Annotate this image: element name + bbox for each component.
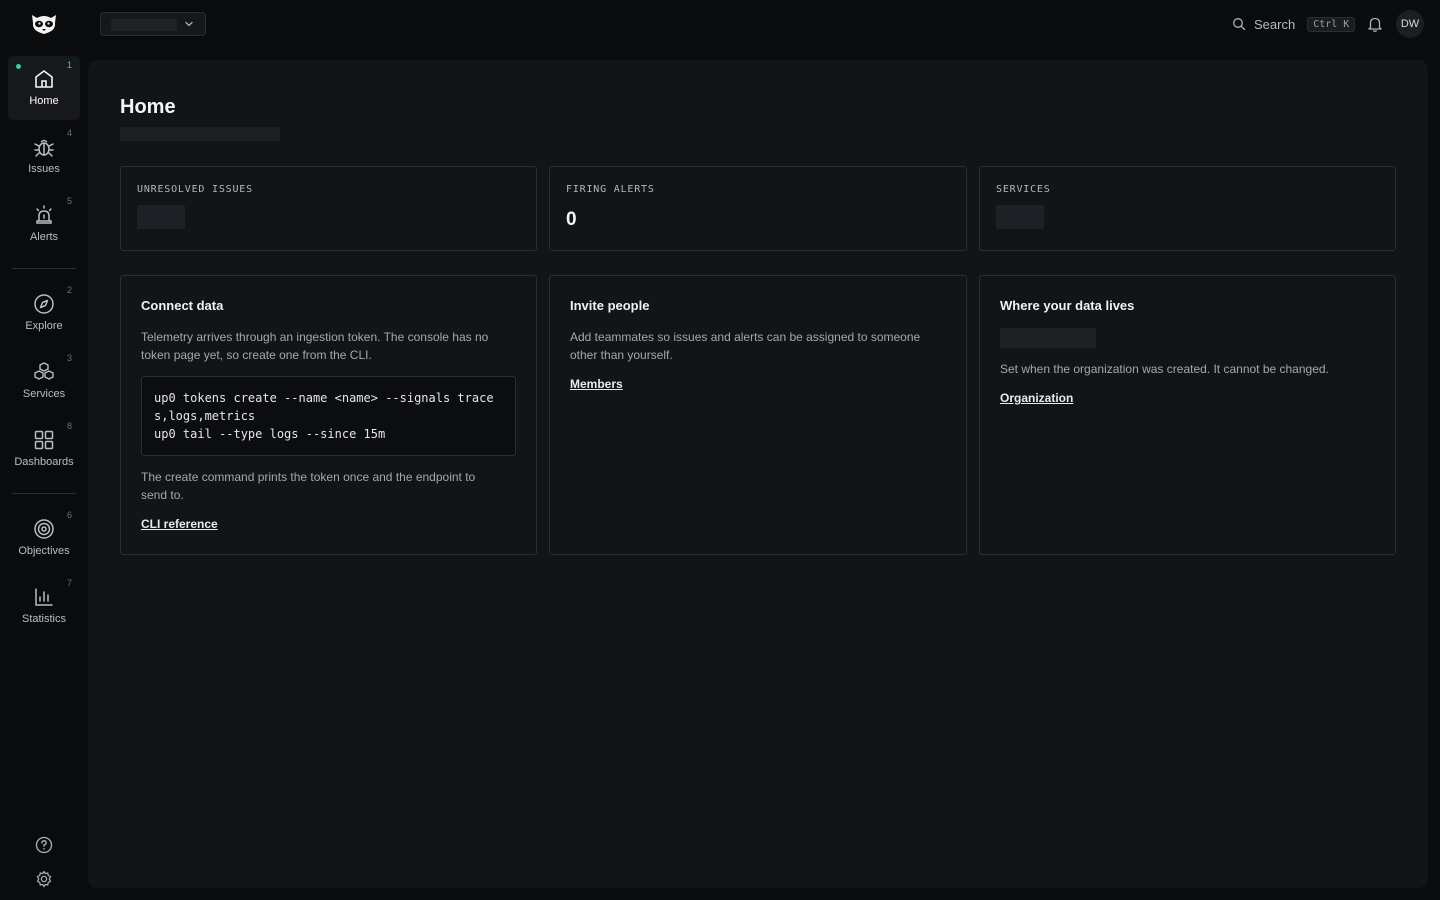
bar-chart-icon	[35, 588, 53, 606]
bell-icon[interactable]	[1366, 15, 1384, 33]
stat-card-firing-alerts[interactable]: FIRING ALERTS 0	[549, 166, 967, 251]
card-note: The create command prints the token once…	[141, 470, 476, 502]
stat-label: SERVICES	[996, 184, 1051, 195]
active-indicator	[16, 64, 21, 69]
sidebar-item-label: Explore	[25, 320, 63, 332]
connect-data-card: Connect data Telemetry arrives through a…	[120, 275, 537, 555]
sidebar-item-issues[interactable]: 4 Issues	[8, 124, 80, 188]
target-icon	[34, 519, 54, 539]
sidebar-item-label: Objectives	[18, 545, 70, 557]
sidebar-item-home[interactable]: 1 Home	[8, 56, 80, 120]
siren-icon	[36, 205, 52, 224]
help-icon[interactable]	[34, 835, 54, 855]
invite-people-card: Invite people Add teammates so issues an…	[549, 275, 967, 555]
region-value-placeholder	[1000, 328, 1096, 348]
sidebar-item-alerts[interactable]: 5 Alerts	[8, 192, 80, 256]
sidebar-item-label: Statistics	[21, 613, 66, 625]
shortcut-hint: 1	[66, 60, 72, 70]
cli-reference-link[interactable]: CLI reference	[141, 517, 218, 531]
sidebar-item-label: Home	[29, 95, 59, 107]
search-shortcut: Ctrl K	[1307, 16, 1356, 32]
sidebar-item-objectives[interactable]: 6 Objectives	[8, 506, 80, 570]
bug-icon	[34, 139, 54, 157]
sidebar-item-label: Issues	[28, 163, 60, 175]
stat-label: UNRESOLVED ISSUES	[137, 184, 253, 195]
main-panel: Home UNRESOLVED ISSUES FIRING ALERTS 0 S…	[88, 60, 1428, 888]
cli-code-block[interactable]: up0 tokens create --name <name> --signal…	[141, 376, 516, 456]
subtitle-placeholder	[120, 127, 280, 141]
shortcut-hint: 6	[66, 510, 72, 520]
stat-value: 0	[566, 209, 577, 230]
stat-card-unresolved-issues[interactable]: UNRESOLVED ISSUES	[120, 166, 537, 251]
sidebar-divider	[12, 493, 76, 494]
chevron-down-icon	[185, 21, 193, 27]
org-switcher[interactable]	[100, 12, 206, 36]
shortcut-hint: 3	[66, 353, 72, 363]
search-icon	[1233, 18, 1246, 31]
user-avatar[interactable]: DW	[1396, 10, 1424, 38]
shortcut-hint: 5	[66, 196, 72, 206]
card-title: Invite people	[570, 298, 650, 313]
home-icon	[35, 70, 53, 88]
compass-icon	[34, 294, 54, 314]
stat-card-services[interactable]: SERVICES	[979, 166, 1396, 251]
sidebar-item-label: Services	[22, 388, 66, 400]
shortcut-hint: 2	[66, 285, 72, 295]
sidebar-item-services[interactable]: 3 Services	[8, 349, 80, 413]
sidebar-item-statistics[interactable]: 7 Statistics	[8, 574, 80, 638]
card-description: Add teammates so issues and alerts can b…	[570, 330, 921, 362]
search-label: Search	[1254, 16, 1296, 32]
members-link[interactable]: Members	[570, 377, 623, 391]
shortcut-hint: 8	[66, 421, 72, 431]
sidebar: 1 Home 4 Issues 5 Alerts 2 Explore 3 Ser…	[0, 48, 88, 900]
card-description: Set when the organization was created. I…	[1000, 362, 1329, 376]
card-description: Telemetry arrives through an ingestion t…	[141, 330, 489, 362]
organization-link[interactable]: Organization	[1000, 391, 1073, 405]
sidebar-item-label: Dashboards	[14, 456, 74, 468]
boxes-icon	[34, 362, 54, 380]
card-title: Where your data lives	[1000, 298, 1135, 313]
stat-label: FIRING ALERTS	[566, 184, 655, 195]
stat-value-placeholder	[996, 205, 1044, 229]
sidebar-item-label: Alerts	[29, 231, 59, 243]
sidebar-item-explore[interactable]: 2 Explore	[8, 281, 80, 345]
sidebar-divider	[12, 268, 76, 269]
page-title: Home	[120, 96, 176, 118]
shortcut-hint: 7	[66, 578, 72, 588]
card-title: Connect data	[141, 298, 224, 313]
shortcut-hint: 4	[66, 128, 72, 138]
app-logo-icon[interactable]	[28, 11, 60, 37]
settings-icon[interactable]	[34, 869, 54, 889]
sidebar-item-dashboards[interactable]: 8 Dashboards	[8, 417, 80, 481]
search-button[interactable]: Search Ctrl K	[1232, 12, 1356, 36]
grid-icon	[34, 430, 54, 450]
stat-value-placeholder	[137, 205, 185, 229]
org-name-placeholder	[111, 19, 177, 31]
top-bar: Search Ctrl K DW	[0, 0, 1440, 48]
data-region-card: Where your data lives Set when the organ…	[979, 275, 1396, 555]
